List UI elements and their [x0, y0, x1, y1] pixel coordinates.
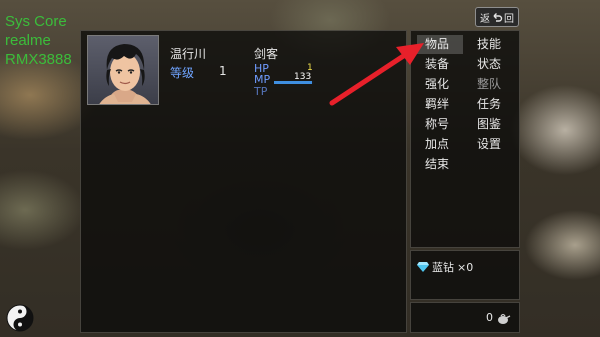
return-label-left: 返: [480, 13, 490, 25]
menu-item-codex[interactable]: 图鉴: [469, 115, 515, 134]
menu-item-settings[interactable]: 设置: [469, 135, 515, 154]
debug-line: Sys Core: [5, 13, 67, 30]
tp-label: TP: [254, 85, 268, 98]
menu-item-end[interactable]: 结束: [417, 155, 463, 174]
device-debug-overlay: Sys Core realme RMX3888: [5, 12, 72, 69]
gem-amount: ×0: [457, 260, 474, 274]
menu-item-skills[interactable]: 技能: [469, 35, 515, 54]
red-pointer-arrow-icon: [329, 43, 424, 106]
gem-line: 蓝钻 ×0: [417, 259, 473, 275]
debug-line: RMX3888: [5, 51, 72, 68]
menu-item-titles[interactable]: 称号: [417, 115, 463, 134]
debug-line: realme: [5, 32, 51, 49]
menu-item-formation[interactable]: 整队: [469, 75, 515, 94]
yin-yang-menu-icon[interactable]: [6, 304, 34, 332]
mp-bar: [274, 81, 314, 84]
coin-pouch-icon: [498, 313, 511, 324]
gold-line: 0: [486, 311, 511, 324]
menu-item-stat-points[interactable]: 加点: [417, 135, 463, 154]
gold-amount: 0: [486, 311, 493, 324]
level-label: 等级: [170, 66, 195, 80]
return-label-right: 回: [504, 13, 514, 25]
mp-bar-fill: [274, 81, 312, 84]
character-portrait-image: [99, 44, 151, 104]
gem-currency-panel: 蓝钻 ×0: [410, 250, 520, 300]
menu-item-quests[interactable]: 任务: [469, 95, 515, 114]
return-arrow-icon: [493, 13, 503, 22]
gem-label: 蓝钻: [432, 261, 454, 274]
level-value: 1: [219, 64, 227, 78]
menu-item-status[interactable]: 状态: [469, 55, 515, 74]
gold-currency-panel: 0: [410, 302, 520, 333]
return-button[interactable]: 返 回: [475, 7, 519, 27]
blue-diamond-icon: [417, 262, 429, 272]
character-class: 剑客: [254, 47, 279, 61]
character-name: 温行川: [170, 47, 207, 61]
character-portrait[interactable]: [87, 35, 159, 105]
